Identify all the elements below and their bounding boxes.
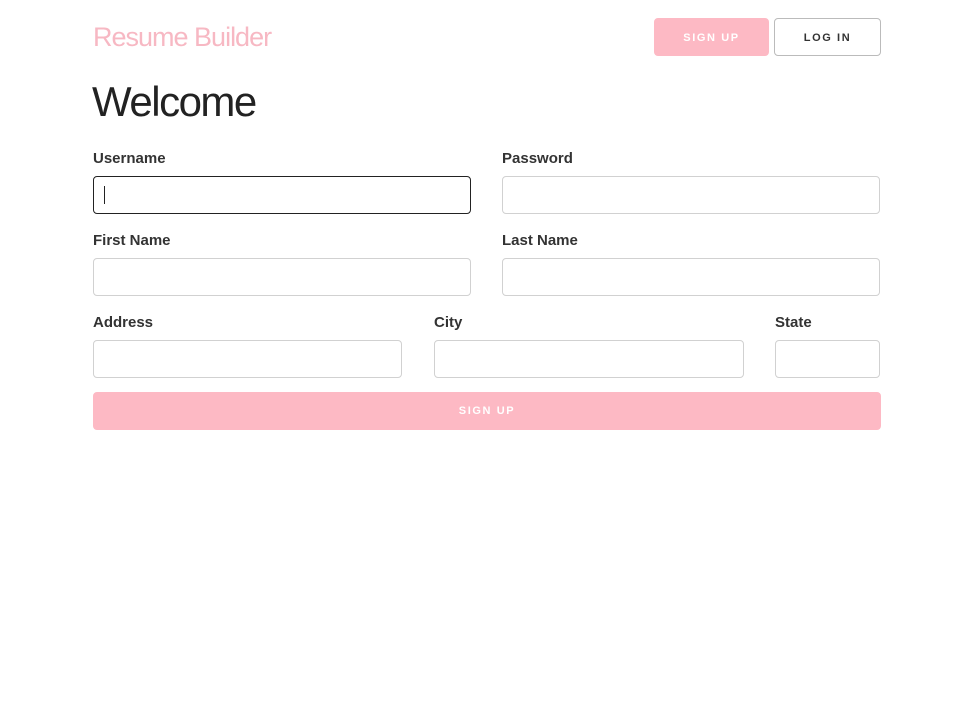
address-label: Address — [93, 314, 154, 331]
brand-logo[interactable]: Resume Builder — [93, 18, 272, 56]
address-group: Address — [93, 314, 402, 378]
signup-nav-button[interactable]: SIGN UP — [654, 18, 769, 56]
first-name-label: First Name — [93, 232, 171, 249]
username-label: Username — [93, 150, 166, 167]
text-caret — [104, 186, 105, 204]
last-name-input[interactable] — [502, 258, 880, 296]
page: Resume Builder SIGN UP LOG IN Welcome Us… — [0, 0, 972, 715]
state-group: State — [775, 314, 880, 378]
signup-submit-button[interactable]: SIGN UP — [93, 392, 881, 430]
username-group: Username — [93, 150, 471, 214]
login-nav-button[interactable]: LOG IN — [774, 18, 881, 56]
city-label: City — [434, 314, 463, 331]
state-input[interactable] — [775, 340, 880, 378]
last-name-label: Last Name — [502, 232, 578, 249]
username-input[interactable] — [93, 176, 471, 214]
address-input[interactable] — [93, 340, 402, 378]
page-title: Welcome — [92, 78, 257, 125]
header: Resume Builder SIGN UP LOG IN — [93, 18, 881, 56]
city-input[interactable] — [434, 340, 744, 378]
password-input[interactable] — [502, 176, 880, 214]
last-name-group: Last Name — [502, 232, 880, 296]
state-label: State — [775, 314, 812, 331]
first-name-group: First Name — [93, 232, 471, 296]
password-group: Password — [502, 150, 880, 214]
first-name-input[interactable] — [93, 258, 471, 296]
city-group: City — [434, 314, 744, 378]
password-label: Password — [502, 150, 573, 167]
